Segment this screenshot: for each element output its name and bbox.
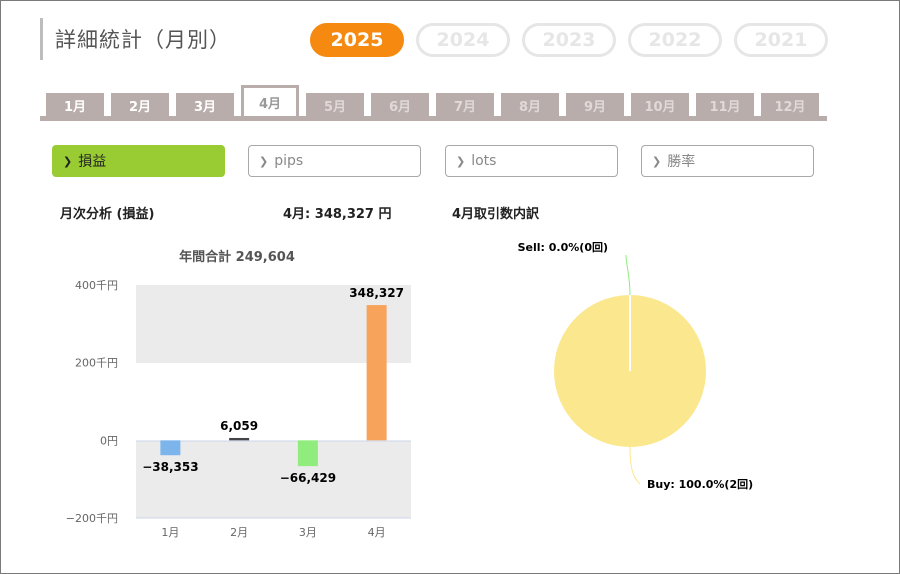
pie-label-sell: Sell: 0.0%(0回): [518, 240, 608, 254]
page-title: 詳細統計（月別）: [40, 18, 231, 60]
tab-month-9[interactable]: 9月: [566, 93, 624, 117]
tab-month-4[interactable]: 4月: [241, 85, 299, 116]
tab-month-2[interactable]: 2月: [111, 93, 169, 117]
bar-data-label: −38,353: [142, 460, 198, 474]
tab-month-6[interactable]: 6月: [371, 93, 429, 117]
month-tabs: 1月 2月 3月 4月 5月 6月 7月 8月 9月 10月 11月 12月: [40, 85, 827, 121]
y-tick-label: 200千円: [75, 357, 118, 370]
x-axis: 1月 2月 3月 4月: [161, 526, 385, 539]
bar-2: [229, 437, 250, 441]
tab-month-12[interactable]: 12月: [761, 93, 819, 117]
year-button-2022[interactable]: 2022: [628, 23, 722, 57]
tab-month-5[interactable]: 5月: [306, 93, 364, 117]
tab-month-7[interactable]: 7月: [436, 93, 494, 117]
x-tick-label: 3月: [299, 526, 317, 539]
bar-4: [366, 305, 387, 441]
chevron-right-icon: ❯: [456, 154, 466, 168]
year-button-2021[interactable]: 2021: [734, 23, 828, 57]
monthly-profit-chart: 年間合計 249,604 400千円 200千円 0円 −200千円 −38,353 6…: [66, 249, 411, 539]
chart-title: 年間合計 249,604: [179, 249, 295, 265]
y-tick-label: −200千円: [66, 512, 118, 525]
bar-3: [297, 440, 318, 467]
tab-month-1[interactable]: 1月: [46, 93, 104, 117]
buy-connector: [629, 446, 641, 485]
tab-month-3[interactable]: 3月: [176, 93, 234, 117]
trade-breakdown-label: 4月取引数内訳: [452, 207, 540, 222]
monthly-analysis-label: 月次分析 (損益): [60, 207, 155, 222]
tab-month-11[interactable]: 11月: [696, 93, 754, 117]
chevron-right-icon: ❯: [259, 154, 269, 168]
year-button-2024[interactable]: 2024: [416, 23, 510, 57]
x-tick-label: 4月: [368, 526, 386, 539]
year-selector: 2025 2024 2023 2022 2021: [310, 23, 828, 57]
y-axis: 400千円 200千円 0円 −200千円: [66, 279, 118, 525]
metric-button-lots[interactable]: ❯ lots: [445, 145, 618, 177]
tab-month-10[interactable]: 10月: [631, 93, 689, 117]
bar-data-label: −66,429: [280, 471, 336, 485]
page-title-text: 詳細統計（月別）: [55, 28, 231, 52]
tab-month-8[interactable]: 8月: [501, 93, 559, 117]
year-button-2025[interactable]: 2025: [310, 23, 404, 57]
chevron-right-icon: ❯: [63, 154, 73, 168]
pie-series: Sell: 0.0%(0回) Buy: 100.0%(2回): [518, 240, 754, 491]
metric-label: 損益: [78, 154, 107, 170]
bar-data-label: 348,327: [349, 286, 404, 300]
month-profit-value: 4月: 348,327 円: [283, 207, 392, 222]
metric-label: pips: [274, 153, 304, 169]
sell-connector: [625, 254, 631, 296]
x-tick-label: 2月: [230, 526, 248, 539]
chevron-right-icon: ❯: [652, 154, 662, 168]
y-tick-label: 400千円: [75, 279, 118, 292]
trade-breakdown-pie: Sell: 0.0%(0回) Buy: 100.0%(2回): [518, 240, 754, 491]
y-tick-label: 0円: [100, 434, 118, 447]
metric-label: 勝率: [667, 154, 696, 170]
metric-button-profit[interactable]: ❯ 損益: [52, 145, 225, 177]
metric-button-pips[interactable]: ❯ pips: [248, 145, 421, 177]
metric-label: lots: [471, 153, 497, 169]
pie-label-buy: Buy: 100.0%(2回): [647, 477, 753, 491]
bar-data-label: 6,059: [220, 419, 258, 433]
bar-1: [160, 440, 181, 456]
x-tick-label: 1月: [161, 526, 179, 539]
metric-button-winrate[interactable]: ❯ 勝率: [641, 145, 814, 177]
year-button-2023[interactable]: 2023: [522, 23, 616, 57]
